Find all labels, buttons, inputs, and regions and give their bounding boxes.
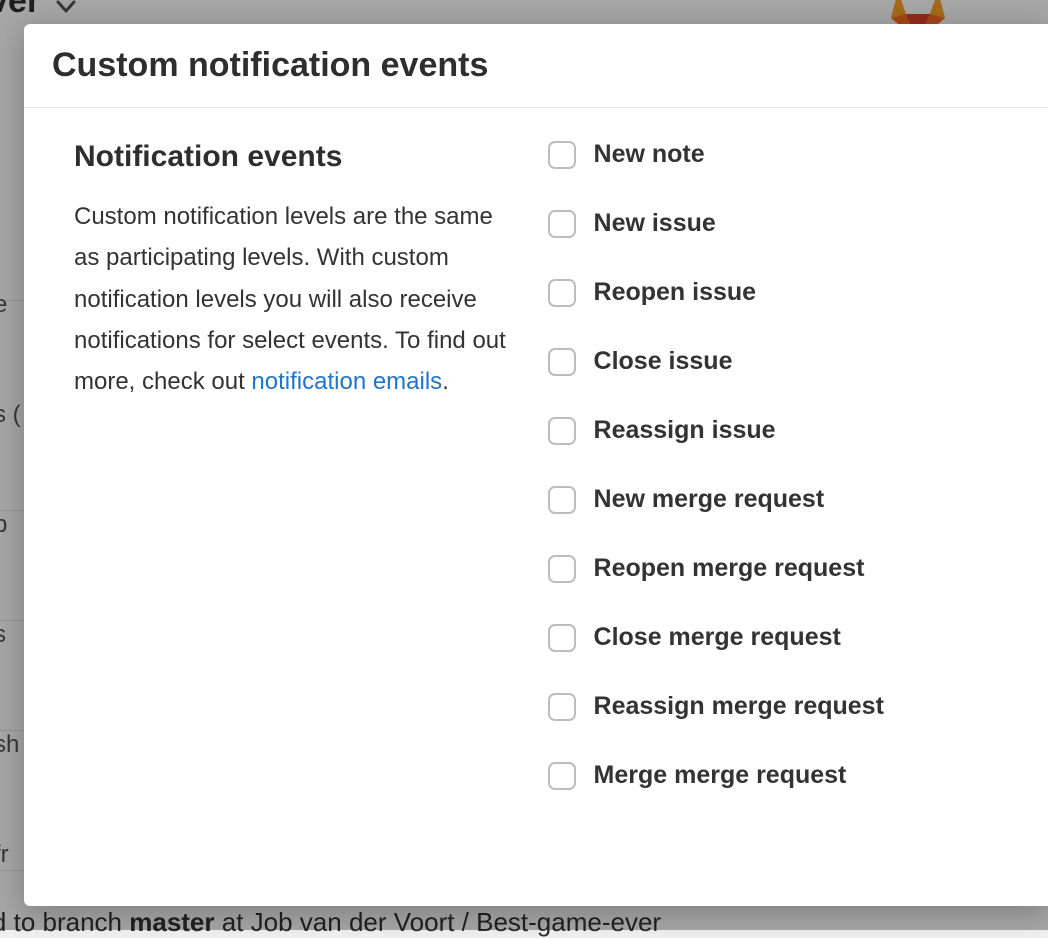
event-label[interactable]: New note bbox=[594, 140, 705, 169]
event-checkbox-close-merge-request[interactable] bbox=[548, 624, 576, 652]
event-row: Reassign merge request bbox=[548, 692, 998, 721]
event-row: New merge request bbox=[548, 485, 998, 514]
event-label[interactable]: Merge merge request bbox=[594, 761, 847, 790]
event-row: Reassign issue bbox=[548, 416, 998, 445]
event-checkbox-reassign-merge-request[interactable] bbox=[548, 693, 576, 721]
event-label[interactable]: New issue bbox=[594, 209, 716, 238]
event-checkbox-reopen-merge-request[interactable] bbox=[548, 555, 576, 583]
event-row: Merge merge request bbox=[548, 761, 998, 790]
event-row: Close issue bbox=[548, 347, 998, 376]
event-checkbox-reopen-issue[interactable] bbox=[548, 279, 576, 307]
event-checkbox-reassign-issue[interactable] bbox=[548, 417, 576, 445]
event-label[interactable]: Reassign merge request bbox=[594, 692, 884, 721]
event-row: Reopen merge request bbox=[548, 554, 998, 583]
event-row: New note bbox=[548, 140, 998, 169]
event-label[interactable]: Reopen merge request bbox=[594, 554, 865, 583]
event-label[interactable]: New merge request bbox=[594, 485, 825, 514]
notification-emails-link[interactable]: notification emails bbox=[251, 368, 442, 395]
event-label[interactable]: Reassign issue bbox=[594, 416, 776, 445]
event-checkbox-new-issue[interactable] bbox=[548, 210, 576, 238]
modal-title: Custom notification events bbox=[52, 46, 1020, 85]
custom-notification-modal: Custom notification events Notification … bbox=[24, 24, 1048, 906]
event-checkbox-merge-merge-request[interactable] bbox=[548, 762, 576, 790]
description-text: Custom notification levels are the same … bbox=[74, 196, 518, 402]
events-column: New note New issue Reopen issue Close is… bbox=[548, 140, 998, 830]
event-checkbox-new-merge-request[interactable] bbox=[548, 486, 576, 514]
event-row: Reopen issue bbox=[548, 278, 998, 307]
event-row: Close merge request bbox=[548, 623, 998, 652]
event-label[interactable]: Close issue bbox=[594, 347, 733, 376]
event-checkbox-new-note[interactable] bbox=[548, 141, 576, 169]
section-heading: Notification events bbox=[74, 140, 518, 174]
event-row: New issue bbox=[548, 209, 998, 238]
description-suffix: . bbox=[442, 368, 449, 395]
event-checkbox-close-issue[interactable] bbox=[548, 348, 576, 376]
event-label[interactable]: Close merge request bbox=[594, 623, 841, 652]
description-prefix: Custom notification levels are the same … bbox=[74, 203, 506, 395]
event-label[interactable]: Reopen issue bbox=[594, 278, 757, 307]
modal-body: Notification events Custom notification … bbox=[24, 108, 1048, 850]
description-column: Notification events Custom notification … bbox=[74, 140, 518, 830]
modal-header: Custom notification events bbox=[24, 24, 1048, 108]
